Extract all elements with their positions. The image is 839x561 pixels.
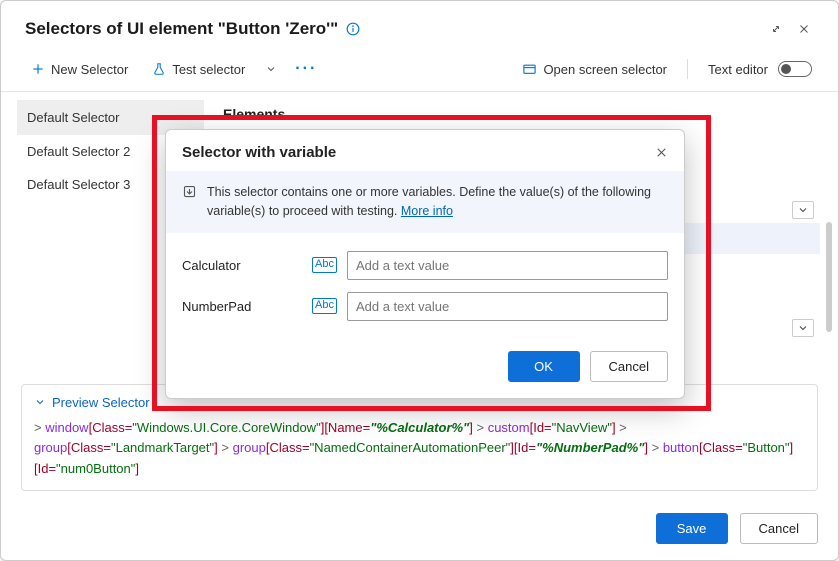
selector-preview-text: > window[Class="Windows.UI.Core.CoreWind…: [34, 418, 805, 480]
field-label: NumberPad: [182, 299, 302, 314]
sidebar-item-label: Default Selector 2: [27, 144, 130, 159]
page-title: Selectors of UI element "Button 'Zero'": [25, 19, 338, 39]
more-icon[interactable]: ⋯: [179, 109, 194, 126]
more-actions-button[interactable]: ···: [291, 60, 321, 78]
cancel-button[interactable]: Cancel: [740, 513, 818, 544]
modal-info-text: This selector contains one or more varia…: [207, 183, 668, 221]
text-type-icon: Abc: [312, 257, 337, 272]
text-editor-toggle[interactable]: Text editor: [702, 57, 818, 81]
chevron-down-icon: [34, 396, 46, 408]
ok-button[interactable]: OK: [508, 351, 580, 382]
close-icon[interactable]: [655, 146, 668, 159]
chevron-down-icon[interactable]: [792, 201, 814, 219]
chevron-down-icon[interactable]: [263, 59, 279, 79]
test-selector-button[interactable]: Test selector: [146, 58, 251, 81]
open-screen-selector-button[interactable]: Open screen selector: [516, 58, 673, 81]
sidebar-item-label: Default Selector 3: [27, 177, 130, 192]
flask-icon: [152, 62, 166, 76]
preview-selector-panel: Preview Selector > window[Class="Windows…: [21, 384, 818, 491]
calculator-input[interactable]: [347, 251, 668, 280]
text-type-icon: Abc: [312, 298, 337, 313]
modal-cancel-button[interactable]: Cancel: [590, 351, 668, 382]
variable-info-icon: [182, 184, 197, 221]
test-selector-label: Test selector: [172, 62, 245, 77]
text-editor-label: Text editor: [708, 62, 768, 77]
modal-title: Selector with variable: [182, 144, 336, 161]
preview-header-label: Preview Selector: [52, 395, 150, 410]
toggle-switch[interactable]: [778, 61, 812, 77]
scrollbar[interactable]: [826, 222, 832, 332]
close-icon[interactable]: [790, 15, 818, 43]
chevron-down-icon[interactable]: [792, 319, 814, 337]
divider: [687, 59, 688, 79]
numberpad-input[interactable]: [347, 292, 668, 321]
field-label: Calculator: [182, 258, 302, 273]
more-info-link[interactable]: More info: [401, 204, 453, 218]
new-selector-label: New Selector: [51, 62, 128, 77]
screen-icon: [522, 62, 537, 77]
sidebar-item-label: Default Selector: [27, 110, 120, 125]
elements-header: Elements: [223, 106, 820, 122]
new-selector-button[interactable]: New Selector: [25, 58, 134, 81]
expand-icon[interactable]: [762, 15, 790, 43]
plus-icon: [31, 62, 45, 76]
save-button[interactable]: Save: [656, 513, 728, 544]
open-screen-selector-label: Open screen selector: [543, 62, 667, 77]
selector-variable-modal: Selector with variable This selector con…: [165, 129, 685, 399]
info-icon[interactable]: [346, 22, 360, 36]
